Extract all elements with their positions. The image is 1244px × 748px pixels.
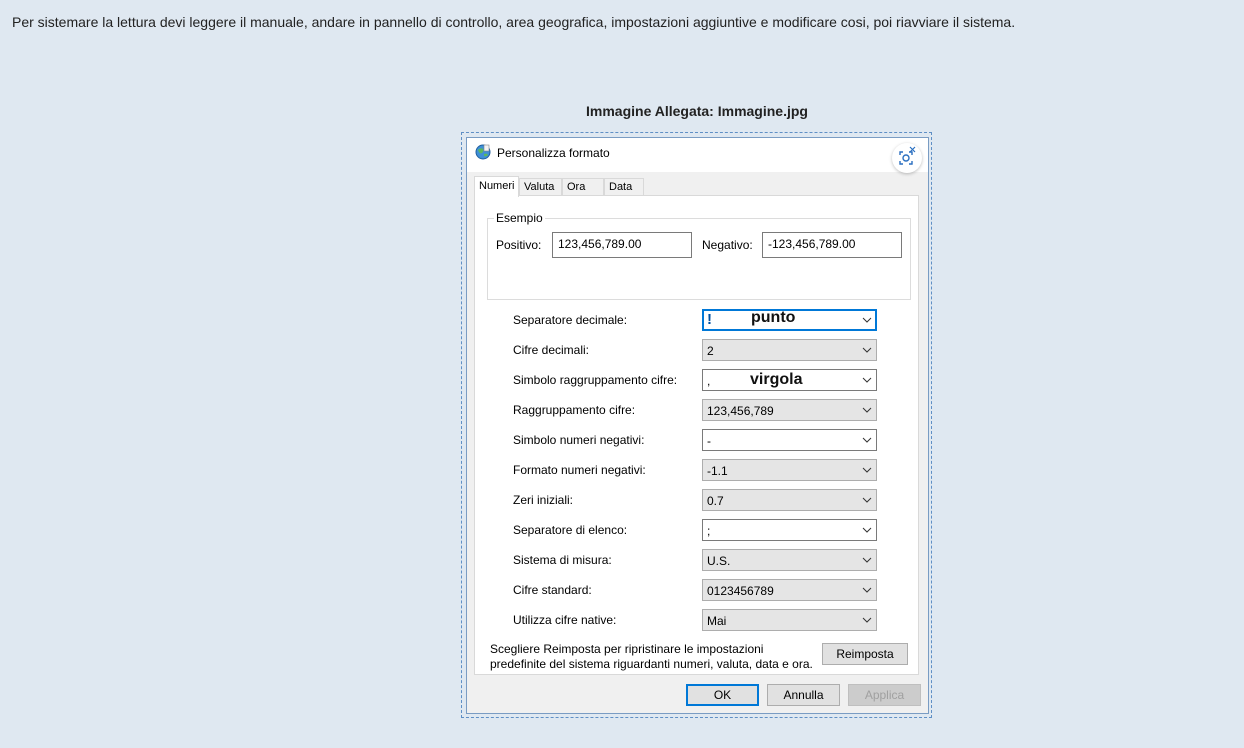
decimal-separator-value: ! bbox=[707, 311, 712, 328]
standard-digits-combo[interactable]: 0123456789 bbox=[702, 579, 877, 601]
decimal-digits-label: Cifre decimali: bbox=[513, 343, 590, 357]
dialog-title: Personalizza formato bbox=[497, 146, 610, 160]
digit-grouping-combo[interactable]: 123,456,789 bbox=[702, 399, 877, 421]
measurement-system-value: U.S. bbox=[707, 554, 731, 568]
digit-grouping-symbol-annotation: virgola bbox=[750, 371, 803, 388]
chevron-down-icon bbox=[862, 557, 872, 563]
apply-button[interactable]: Applica bbox=[848, 684, 921, 706]
standard-digits-value: 0123456789 bbox=[707, 584, 774, 598]
tab-valuta[interactable]: Valuta bbox=[519, 178, 562, 196]
negative-format-value: -1.1 bbox=[707, 464, 728, 478]
chevron-down-icon bbox=[862, 407, 872, 413]
ok-button[interactable]: OK bbox=[686, 684, 759, 706]
decimal-digits-value: 2 bbox=[707, 344, 714, 358]
negative-sign-label: Simbolo numeri negativi: bbox=[513, 433, 645, 447]
leading-zeros-label: Zeri iniziali: bbox=[513, 493, 574, 507]
decimal-separator-annotation: punto bbox=[751, 309, 796, 326]
negative-sign-value: - bbox=[707, 434, 711, 448]
measurement-system-combo[interactable]: U.S. bbox=[702, 549, 877, 571]
digit-grouping-symbol-label: Simbolo raggruppamento cifre: bbox=[513, 373, 678, 387]
tab-ora[interactable]: Ora bbox=[562, 178, 604, 196]
leading-zeros-combo[interactable]: 0.7 bbox=[702, 489, 877, 511]
list-separator-combo[interactable]: ; bbox=[702, 519, 877, 541]
lens-button[interactable] bbox=[892, 143, 922, 173]
chevron-down-icon bbox=[862, 527, 872, 533]
list-separator-label: Separatore di elenco: bbox=[513, 523, 628, 537]
standard-digits-label: Cifre standard: bbox=[513, 583, 592, 597]
chevron-down-icon bbox=[862, 377, 872, 383]
reset-button[interactable]: Reimposta bbox=[822, 643, 908, 665]
tab-numeri[interactable]: Numeri bbox=[474, 176, 519, 197]
cancel-button[interactable]: Annulla bbox=[767, 684, 840, 706]
negative-format-combo[interactable]: -1.1 bbox=[702, 459, 877, 481]
positive-example-field: 123,456,789.00 bbox=[552, 232, 692, 258]
chevron-down-icon bbox=[862, 587, 872, 593]
chevron-down-icon bbox=[862, 437, 872, 443]
reset-note: Scegliere Reimposta per ripristinare le … bbox=[490, 642, 820, 672]
reset-note-line-1: Scegliere Reimposta per ripristinare le … bbox=[490, 642, 764, 656]
example-legend: Esempio bbox=[494, 211, 545, 225]
decimal-digits-combo[interactable]: 2 bbox=[702, 339, 877, 361]
visual-search-icon bbox=[899, 146, 916, 165]
leading-zeros-value: 0.7 bbox=[707, 494, 724, 508]
customize-format-dialog: Personalizza formato Numeri Valuta Ora D… bbox=[466, 137, 929, 714]
native-digits-combo[interactable]: Mai bbox=[702, 609, 877, 631]
dialog-titlebar: Personalizza formato bbox=[467, 138, 928, 173]
tab-data[interactable]: Data bbox=[604, 178, 644, 196]
chevron-down-icon bbox=[862, 317, 872, 323]
digit-grouping-value: 123,456,789 bbox=[707, 404, 774, 418]
negative-sign-combo[interactable]: - bbox=[702, 429, 877, 451]
digit-grouping-symbol-value: , bbox=[707, 374, 711, 388]
chevron-down-icon bbox=[862, 467, 872, 473]
native-digits-label: Utilizza cifre native: bbox=[513, 613, 617, 627]
list-separator-value: ; bbox=[707, 524, 711, 538]
positive-label: Positivo: bbox=[496, 238, 542, 252]
example-group: Esempio Positivo: 123,456,789.00 Negativ… bbox=[487, 211, 911, 300]
attachment-title: Immagine Allegata: Immagine.jpg bbox=[586, 103, 808, 119]
reset-note-line-2: predefinite del sistema riguardanti nume… bbox=[490, 657, 813, 671]
negative-format-label: Formato numeri negativi: bbox=[513, 463, 646, 477]
intro-text: Per sistemare la lettura devi leggere il… bbox=[12, 14, 1016, 30]
measurement-system-label: Sistema di misura: bbox=[513, 553, 612, 567]
native-digits-value: Mai bbox=[707, 614, 727, 628]
chevron-down-icon bbox=[862, 617, 872, 623]
negative-label: Negativo: bbox=[702, 238, 753, 252]
decimal-separator-label: Separatore decimale: bbox=[513, 313, 628, 327]
globe-icon bbox=[475, 144, 491, 160]
chevron-down-icon bbox=[862, 347, 872, 353]
negative-example-field: -123,456,789.00 bbox=[762, 232, 902, 258]
numbers-tab-panel: Esempio Positivo: 123,456,789.00 Negativ… bbox=[474, 195, 919, 675]
digit-grouping-label: Raggruppamento cifre: bbox=[513, 403, 636, 417]
chevron-down-icon bbox=[862, 497, 872, 503]
